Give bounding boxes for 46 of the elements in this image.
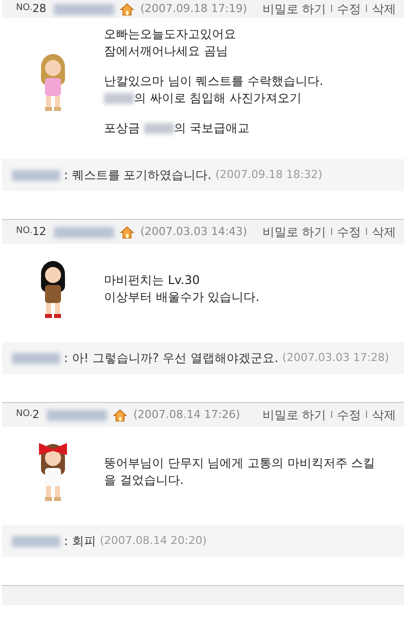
post-number: 28: [32, 0, 46, 17]
post-text: 난칼있으마 님이 퀘스트를 수락했습니다. 의 싸이로 침입해 사진가져오기: [104, 73, 324, 107]
separator: I: [365, 408, 368, 422]
action-link[interactable]: 수정: [337, 223, 362, 241]
action-link[interactable]: 비밀로 하기: [262, 223, 326, 241]
post-number-label: NO.: [16, 2, 32, 16]
redacted-name: [12, 536, 60, 546]
home-icon[interactable]: [113, 408, 128, 422]
post-date: (2007.03.03 14:43): [140, 224, 248, 240]
post-number-label: NO.: [16, 408, 32, 422]
reply-text: : 아! 그렇습니까? 우선 열랩해야겠군요.: [64, 350, 278, 367]
separator: I: [365, 226, 368, 240]
reply-text: : 퀘스트를 포기하였습니다.: [64, 167, 212, 184]
redacted-name: [144, 123, 174, 134]
redacted-name: [47, 410, 108, 420]
action-link[interactable]: 비밀로 하기: [262, 0, 326, 18]
separator: I: [330, 2, 334, 16]
redacted-name: [104, 93, 134, 104]
reply-date: (2007.09.18 18:32): [216, 166, 322, 183]
home-icon[interactable]: [120, 2, 134, 16]
action-link[interactable]: 수정: [337, 0, 362, 18]
separator: I: [330, 226, 334, 240]
redacted-name: [54, 226, 114, 238]
action-link[interactable]: 삭제: [372, 0, 396, 18]
post-text: 마비펀치는 Lv.30 이상부터 배울수가 있습니다.: [104, 272, 260, 306]
action-link[interactable]: 삭제: [372, 406, 396, 424]
post-number-label: NO.: [16, 225, 32, 238]
reply-text: : 회피: [64, 533, 96, 550]
separator: I: [365, 2, 368, 16]
home-icon[interactable]: [120, 226, 134, 238]
post-number: 2: [32, 406, 40, 423]
reply-date: (2007.03.03 17:28): [282, 350, 390, 366]
post-text: 포상금 의 국보급애교: [104, 120, 251, 137]
post-text: 오빠는오늘도자고있어요 잠에서깨어나세요 곰님: [104, 26, 237, 60]
action-link[interactable]: 수정: [337, 406, 362, 424]
action-link[interactable]: 비밀로 하기: [262, 406, 326, 424]
post-date: (2007.08.14 17:26): [133, 406, 240, 423]
redacted-name: [12, 170, 60, 180]
redacted-name: [54, 4, 114, 14]
redacted-name: [12, 352, 60, 364]
post-text: 뚱어부님이 단무지 님에게 고통의 마비킥저주 스킬 을 걸었습니다.: [104, 455, 376, 489]
reply-date: (2007.08.14 20:20): [100, 532, 207, 549]
post-number: 12: [32, 224, 46, 240]
separator: I: [330, 408, 334, 422]
action-link[interactable]: 삭제: [372, 223, 396, 241]
post-date: (2007.09.18 17:19): [140, 0, 248, 17]
